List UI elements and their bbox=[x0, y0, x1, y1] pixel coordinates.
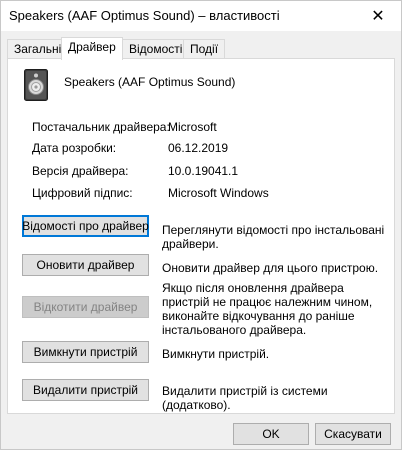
update-driver-description: Оновити драйвер для цього пристрою. bbox=[162, 261, 379, 275]
properties-dialog: Speakers (AAF Optimus Sound) – властивос… bbox=[0, 0, 402, 450]
uninstall-device-button[interactable]: Видалити пристрій bbox=[22, 379, 149, 401]
close-icon[interactable]: ✕ bbox=[355, 1, 401, 31]
device-name: Speakers (AAF Optimus Sound) bbox=[64, 75, 236, 89]
driver-panel: Speakers (AAF Optimus Sound) Постачальни… bbox=[7, 58, 395, 414]
speaker-icon bbox=[24, 69, 48, 101]
roll-back-driver-description: Якщо після оновлення драйвера пристрій н… bbox=[162, 281, 373, 337]
provider-label: Постачальник драйвера: bbox=[32, 120, 170, 134]
provider-value: Microsoft bbox=[168, 120, 217, 134]
disable-device-description: Вимкнути пристрій. bbox=[162, 347, 270, 361]
driver-details-description: Переглянути відомості про інстальовані д… bbox=[162, 223, 385, 251]
cancel-button[interactable]: Скасувати bbox=[315, 423, 391, 445]
tab-general[interactable]: Загальні bbox=[7, 39, 69, 59]
uninstall-device-description: Видалити пристрій із системи (додатково)… bbox=[162, 384, 328, 412]
version-value: 10.0.19041.1 bbox=[168, 164, 239, 178]
ok-button[interactable]: OK bbox=[233, 423, 309, 445]
roll-back-driver-button[interactable]: Відкотити драйвер bbox=[22, 296, 149, 318]
tab-driver[interactable]: Драйвер bbox=[61, 37, 123, 60]
tab-events[interactable]: Події bbox=[183, 39, 226, 59]
signer-value: Microsoft Windows bbox=[168, 186, 269, 200]
date-value: 06.12.2019 bbox=[168, 141, 229, 155]
window-title: Speakers (AAF Optimus Sound) – властивос… bbox=[9, 8, 280, 23]
version-label: Версія драйвера: bbox=[32, 164, 129, 178]
signer-label: Цифровий підпис: bbox=[32, 186, 133, 200]
disable-device-button[interactable]: Вимкнути пристрій bbox=[22, 341, 149, 363]
driver-details-button[interactable]: Відомості про драйвер bbox=[22, 215, 149, 237]
title-bar: Speakers (AAF Optimus Sound) – властивос… bbox=[1, 1, 401, 31]
update-driver-button[interactable]: Оновити драйвер bbox=[22, 254, 149, 276]
date-label: Дата розробки: bbox=[32, 141, 117, 155]
tab-details[interactable]: Відомості bbox=[122, 39, 190, 59]
